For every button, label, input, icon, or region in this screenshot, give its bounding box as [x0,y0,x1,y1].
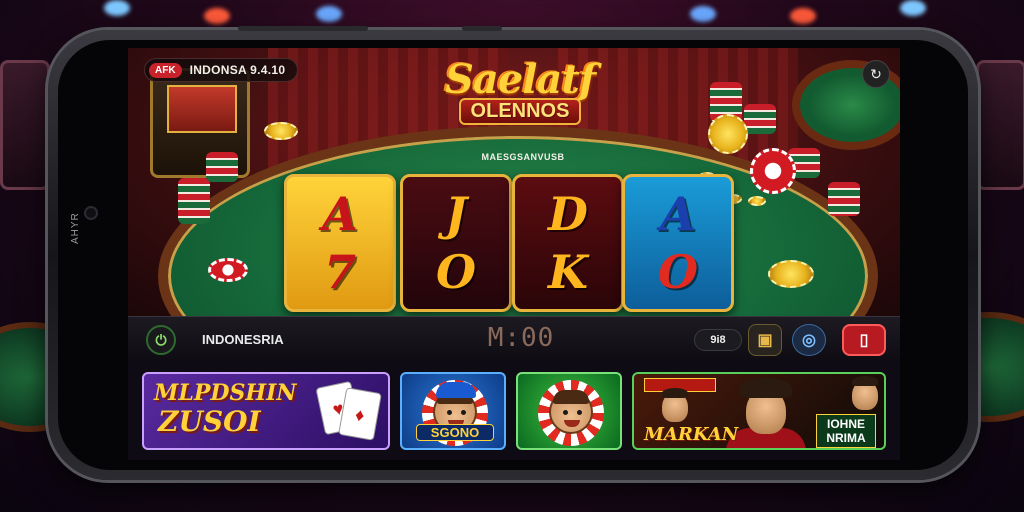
background-slot-machine [976,60,1024,190]
stop-icon: ▯ [859,332,869,349]
promo-title: MARKAN [644,424,739,445]
avatar-hair [553,390,589,404]
stage-light [204,8,230,24]
reel-1[interactable]: A 7 [284,174,396,312]
stage-light [690,6,716,22]
power-icon: ⏻ [155,331,167,348]
reel-symbol: D [548,187,588,241]
promo-tag-line: IOHNE [826,417,865,431]
avatar-mouth [564,420,580,427]
menu-button[interactable]: ⏻ [146,325,176,355]
promo-tag: IOHNE NRIMA [816,414,876,448]
refresh-icon: ↻ [870,65,882,82]
front-camera [84,206,98,220]
stage-light [104,0,130,16]
gold-chip [264,122,298,140]
avatar-eye [563,410,568,415]
promo-tag-line: NRIMA [826,431,866,445]
stop-button[interactable]: ▯ [842,324,886,356]
phone-side-button [462,26,502,31]
avatar-eye [447,410,452,415]
bet-badge[interactable]: 9i8 [694,329,742,351]
promo-label: SGONO [416,424,494,441]
logo-caption: MAESGSANVUSB [481,152,565,162]
red-chip [208,258,248,282]
promo-card-cards[interactable]: MLPDSHIN ZUSOI ♥ ♦ [142,372,390,450]
reel-3[interactable]: D K [512,174,624,312]
promo-subtitle: ZUSOI [158,405,261,438]
cash-icon: ▣ [757,332,773,349]
promo-card-characters[interactable]: MARKAN IOHNE NRIMA [632,372,886,450]
gold-chip [768,260,814,288]
reel-symbol: J [445,187,467,241]
playing-card-icon: ♦ [338,387,382,441]
chip-stack [744,104,776,134]
phone-side-button [238,26,368,31]
reel-2[interactable]: J O [400,174,512,312]
reel-symbol: A [660,187,696,241]
reel-4[interactable]: A O [622,174,734,312]
reel-symbol: A [322,187,358,241]
character-hair [740,378,792,398]
status-text: INDONSA 9.4.10 [189,63,286,77]
avatar-eye [461,410,466,415]
promo-card-blue[interactable]: SGONO [400,372,506,450]
casino-scene: AFK INDONSA 9.4.10 ↻ Saelatf OLENNOS MAE… [128,48,900,426]
status-badge: AFK [149,62,182,78]
stage-light [790,8,816,24]
region-label: INDONESRIA [202,332,284,347]
language-button[interactable]: ◎ [792,324,826,356]
reel-symbol: K [548,245,588,299]
gold-chip [748,196,766,206]
chip-stack [178,178,210,224]
promo-title: MLPDSHIN [154,380,297,406]
status-pill: AFK INDONSA 9.4.10 [144,58,299,82]
refresh-button[interactable]: ↻ [862,60,890,88]
game-screen: AFK INDONSA 9.4.10 ↻ Saelatf OLENNOS MAE… [128,48,900,460]
logo-title: Saelatf [444,56,596,103]
promo-card-green[interactable] [516,372,622,450]
red-chip [750,148,796,194]
reel-symbol: O [657,245,699,299]
globe-icon: ◎ [802,332,816,349]
character-hair [852,376,878,386]
balance-display: M:00 [487,323,555,353]
stage-light [900,0,926,16]
game-logo: Saelatf OLENNOS [410,58,630,125]
background-slot-machine [0,60,50,190]
gold-chip [708,114,748,154]
logo-subtitle: OLENNOS [458,98,582,125]
avatar-eye [577,410,582,415]
chip-stack [828,182,860,216]
promo-row: MLPDSHIN ZUSOI ♥ ♦ SGONO MARKAN IOHNE NR… [128,362,900,460]
reel-symbol: O [435,245,477,299]
stage-light [316,6,342,22]
reel-symbol: 7 [323,245,356,299]
bezel-text: AHYR [70,212,81,244]
character-avatar [549,390,593,434]
character-hair [662,388,688,398]
cash-button[interactable]: ▣ [748,324,782,356]
slot-machine-screen [167,85,237,133]
hat-icon [436,382,476,398]
chip-stack [206,152,238,182]
control-bar: ⏻ INDONESRIA M:00 9i8 ▣ ◎ ▯ [128,316,900,362]
